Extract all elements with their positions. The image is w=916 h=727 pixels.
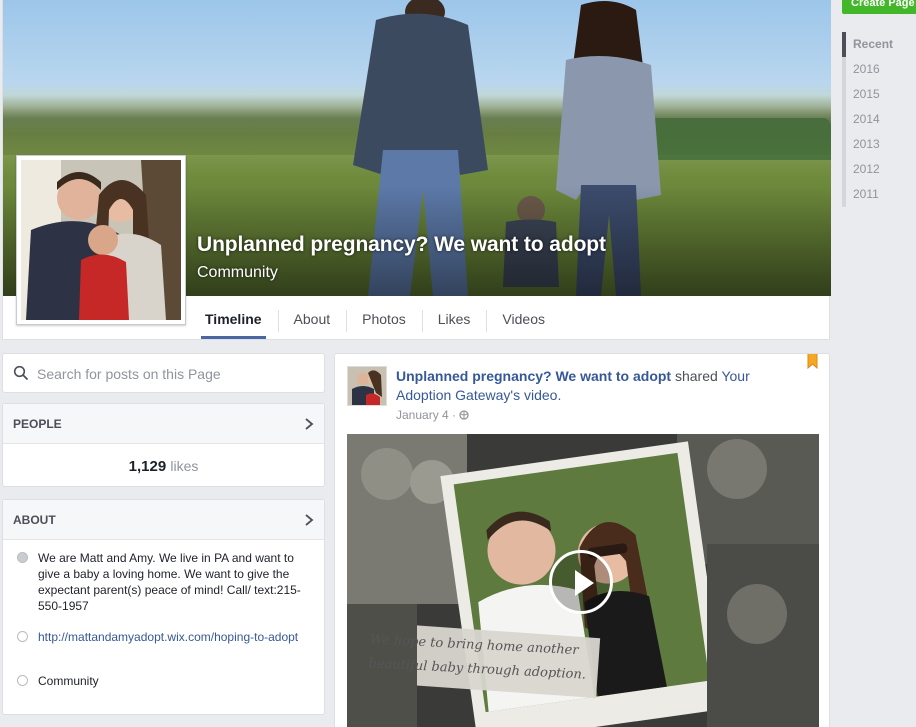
page-title[interactable]: Unplanned pregnancy? We want to adopt: [197, 233, 606, 257]
tab-about[interactable]: About: [277, 300, 347, 338]
about-title: ABOUT: [13, 513, 56, 527]
post-shared-text: shared: [674, 368, 718, 384]
globe-icon: [459, 410, 470, 420]
year-2015[interactable]: 2015: [846, 82, 916, 107]
likes-summary[interactable]: 1,129 likes: [3, 444, 324, 488]
timeline-years-nav: Recent 2016 2015 2014 2013 2012 2011: [842, 32, 916, 207]
globe-icon: [17, 631, 28, 642]
year-recent[interactable]: Recent: [846, 32, 916, 57]
about-description: We are Matt and Amy. We live in PA and w…: [3, 550, 324, 614]
people-title: PEOPLE: [13, 417, 62, 431]
category-icon: [17, 675, 28, 686]
people-panel: PEOPLE 1,129 likes: [2, 403, 325, 487]
bookmark-icon[interactable]: [807, 353, 818, 369]
about-website: http://mattandamyadopt.wix.com/hoping-to…: [3, 629, 324, 645]
profile-picture[interactable]: [16, 155, 186, 325]
post-date: January 4: [396, 408, 449, 422]
year-2014[interactable]: 2014: [846, 107, 916, 132]
chevron-right-icon: [305, 514, 314, 526]
play-button[interactable]: [549, 550, 613, 614]
active-year-marker: [842, 32, 846, 57]
create-page-button[interactable]: Create Page: [842, 0, 916, 14]
page-category[interactable]: Community: [197, 264, 278, 282]
page-tabs: Timeline About Photos Likes Videos: [189, 300, 561, 340]
play-icon: [575, 570, 594, 596]
date-separator: ·: [452, 408, 457, 422]
feed-post: Unplanned pregnancy? We want to adopt sh…: [334, 353, 830, 727]
search-input[interactable]: [37, 363, 307, 385]
people-header[interactable]: PEOPLE: [3, 404, 324, 444]
year-2013[interactable]: 2013: [846, 132, 916, 157]
tab-videos[interactable]: Videos: [486, 300, 561, 338]
info-icon: [17, 552, 28, 563]
about-panel: ABOUT We are Matt and Amy. We live in PA…: [2, 499, 325, 715]
year-2012[interactable]: 2012: [846, 157, 916, 182]
tab-timeline[interactable]: Timeline: [189, 300, 278, 339]
post-author-link[interactable]: Unplanned pregnancy? We want to adopt: [396, 368, 671, 384]
post-author-avatar[interactable]: [347, 366, 387, 406]
post-object-link[interactable]: video.: [524, 387, 561, 403]
profile-photo-image: [21, 160, 181, 320]
likes-label: likes: [170, 458, 199, 474]
website-link[interactable]: http://mattandamyadopt.wix.com/hoping-to…: [38, 630, 298, 644]
about-header[interactable]: ABOUT: [3, 500, 324, 540]
chevron-right-icon: [305, 418, 314, 430]
page-post-search: [2, 353, 325, 393]
search-icon: [13, 365, 28, 380]
likes-count: 1,129: [128, 458, 167, 475]
post-header: Unplanned pregnancy? We want to adopt sh…: [396, 367, 806, 405]
avatar-image: [348, 367, 386, 405]
year-2011[interactable]: 2011: [846, 182, 916, 207]
tab-likes[interactable]: Likes: [421, 300, 487, 338]
about-category: Community: [3, 673, 324, 689]
post-timestamp[interactable]: January 4 ·: [396, 408, 470, 422]
year-2016[interactable]: 2016: [846, 57, 916, 82]
video-player[interactable]: We hope to bring home another beautiful …: [347, 434, 819, 727]
tab-photos[interactable]: Photos: [346, 300, 422, 338]
